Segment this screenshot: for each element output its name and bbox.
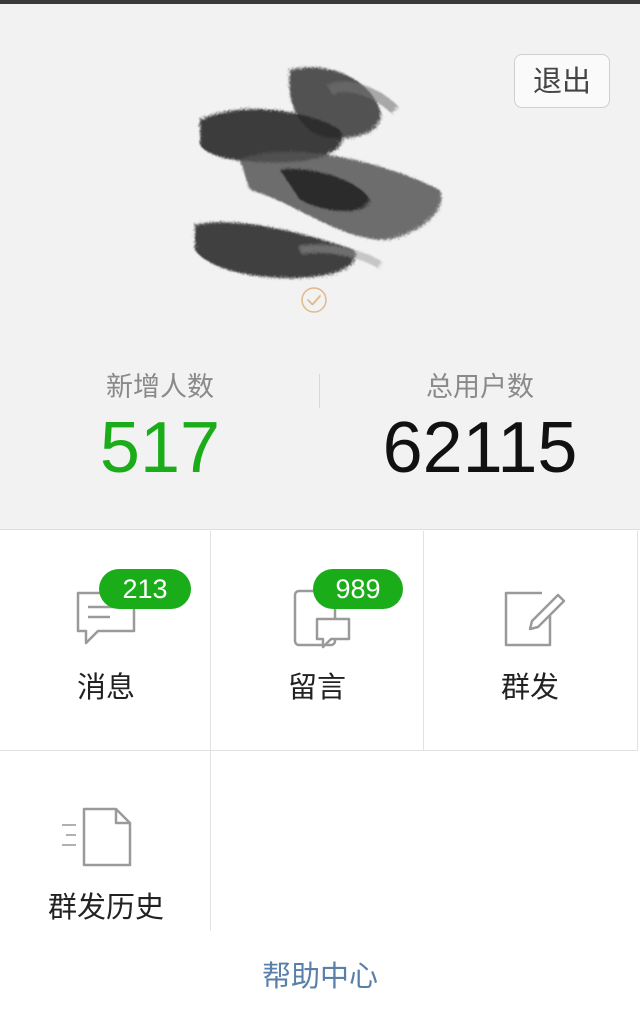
profile-header: 退出 新增人数 517 总用户数 62115 xyxy=(0,4,640,530)
total-users-value: 62115 xyxy=(382,408,578,488)
menu-item-label: 消息 xyxy=(76,670,135,704)
edit-pen-icon xyxy=(504,591,566,647)
ink-brush-avatar[interactable] xyxy=(180,50,460,300)
new-users-stat: 新增人数 517 xyxy=(0,368,320,484)
new-users-value: 517 xyxy=(99,408,221,488)
messages-badge: 213 xyxy=(99,569,191,609)
menu-item-label: 留言 xyxy=(287,670,346,704)
total-users-label: 总用户数 xyxy=(426,372,534,403)
document-list-icon xyxy=(62,807,132,867)
menu-item-broadcast[interactable]: 群发 xyxy=(424,531,636,751)
new-users-label: 新增人数 xyxy=(106,372,214,403)
help-center-link[interactable]: 帮助中心 xyxy=(0,954,640,998)
menu-item-comments[interactable]: 989 留言 xyxy=(211,531,423,751)
logout-button[interactable]: 退出 xyxy=(514,54,610,108)
total-users-stat: 总用户数 62115 xyxy=(320,368,640,484)
menu-item-label: 群发 xyxy=(500,670,559,704)
grid-divider xyxy=(637,531,638,750)
verified-check-icon xyxy=(301,287,327,313)
menu-item-broadcast-history[interactable]: 群发历史 xyxy=(0,751,212,931)
menu-item-messages[interactable]: 213 消息 xyxy=(0,531,212,751)
menu-item-label: 群发历史 xyxy=(47,890,164,924)
comments-badge: 989 xyxy=(313,569,403,609)
